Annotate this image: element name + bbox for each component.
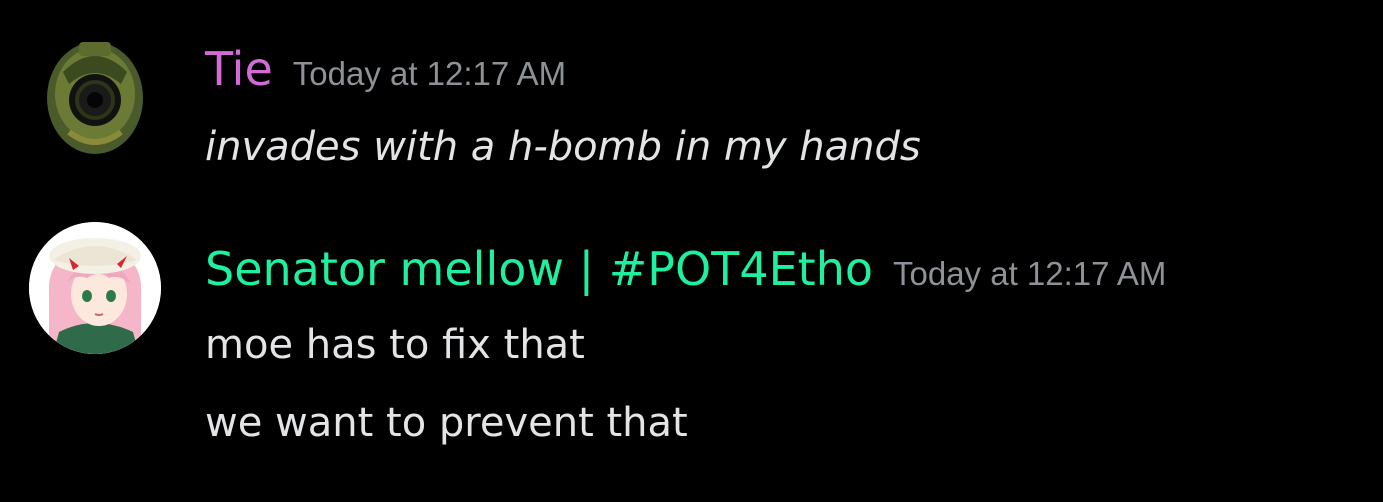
username[interactable]: Senator mellow | #POT4Etho [205,242,873,296]
user-avatar[interactable] [29,222,161,354]
timestamp: Today at 12:17 AM [292,55,567,92]
message-text: moe has to fix that [205,322,585,368]
green-helmet-avatar-icon [29,32,161,164]
message-text: we want to prevent that [205,400,688,446]
user-avatar[interactable] [29,32,161,164]
timestamp: Today at 12:17 AM [893,255,1167,292]
message-header: Senator mellow | #POT4Etho Today at 12:17… [205,242,1166,296]
message-text: invades with a h-bomb in my hands [205,124,921,170]
username[interactable]: Tie [205,42,273,96]
anime-girl-avatar-icon [29,222,161,354]
message-header: Tie Today at 12:17 AM [205,42,566,96]
